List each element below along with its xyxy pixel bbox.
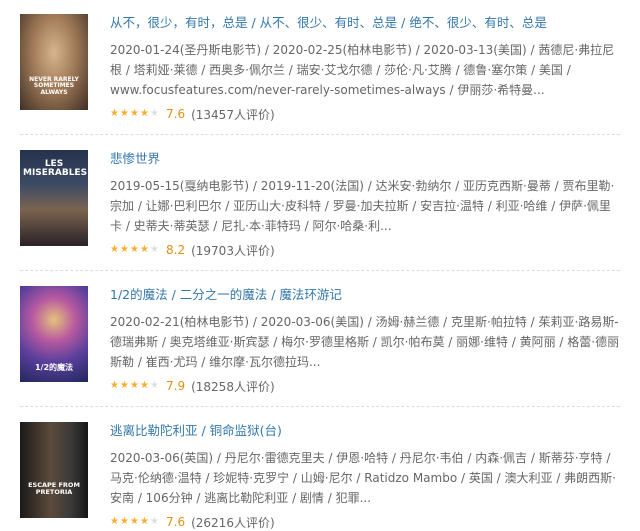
movie-title-link[interactable]: 从不，很少，有时，总是 / 从不、很少、有时、总是 / 绝不、很少、有时、总是 (110, 14, 620, 32)
movie-meta: 2020-02-21(柏林电影节) / 2020-03-06(美国) / 汤姆·… (110, 315, 620, 369)
star-icon: ★ (130, 380, 139, 391)
movie-meta: 2020-03-06(英国) / 丹尼尔·雷德克里夫 / 伊恩·哈特 / 丹尼尔… (110, 451, 617, 505)
star-icon: ★ (130, 108, 139, 119)
movie-poster[interactable]: ESCAPE FROM PRETORIA (20, 422, 88, 518)
star-icon: ★ (150, 516, 159, 527)
movie-poster[interactable]: LES MISERABLES (20, 150, 88, 246)
rating-count: (18258人评价) (191, 379, 275, 394)
rating-score: 8.2 (166, 243, 186, 257)
star-icon: ★ (120, 380, 129, 391)
movie-meta: 2020-01-24(圣丹斯电影节) / 2020-02-25(柏林电影节) /… (110, 43, 615, 97)
divider (20, 406, 620, 407)
rating-row: ★ ★ ★ ★ ★ 7.6 (13457人评价) (110, 106, 620, 122)
star-icon: ★ (130, 516, 139, 527)
divider (20, 134, 620, 135)
rating-count: (26216人评价) (191, 515, 275, 530)
movie-poster[interactable]: NEVER RARELY SOMETIMES ALWAYS (20, 14, 88, 110)
movie-meta: 2019-05-15(戛纳电影节) / 2019-11-20(法国) / 达米安… (110, 179, 615, 233)
star-icon: ★ (120, 244, 129, 255)
rating-score: 7.6 (166, 107, 186, 121)
movie-title-link[interactable]: 1/2的魔法 / 二分之一的魔法 / 魔法环游记 (110, 286, 620, 304)
star-icon: ★ (110, 244, 119, 255)
poster-caption: 1/2的魔法 (34, 362, 74, 372)
rating-count: (13457人评价) (191, 107, 275, 122)
star-icon: ★ (150, 380, 159, 391)
movie-poster[interactable]: 1/2的魔法 (20, 286, 88, 382)
rating-count: (19703人评价) (191, 243, 275, 258)
star-icon: ★ (140, 244, 149, 255)
star-icon: ★ (120, 516, 129, 527)
search-results-list: NEVER RARELY SOMETIMES ALWAYS 从不，很少，有时，总… (0, 0, 640, 530)
star-icon: ★ (140, 380, 149, 391)
poster-caption: ESCAPE FROM PRETORIA (28, 481, 80, 497)
rating-row: ★ ★ ★ ★ ★ 7.6 (26216人评价) (110, 514, 620, 530)
poster-caption: LES MISERABLES (23, 159, 88, 179)
star-icon: ★ (140, 108, 149, 119)
star-icon: ★ (130, 244, 139, 255)
poster-art (20, 422, 88, 518)
rating-row: ★ ★ ★ ★ ★ 7.9 (18258人评价) (110, 378, 620, 394)
star-icon: ★ (110, 380, 119, 391)
divider (20, 270, 620, 271)
star-icon: ★ (140, 516, 149, 527)
rating-row: ★ ★ ★ ★ ★ 8.2 (19703人评价) (110, 242, 620, 258)
movie-title-link[interactable]: 悲惨世界 (110, 150, 620, 168)
star-rating: ★ ★ ★ ★ ★ (110, 517, 160, 527)
rating-score: 7.6 (166, 515, 186, 529)
star-rating: ★ ★ ★ ★ ★ (110, 109, 160, 119)
star-icon: ★ (150, 244, 159, 255)
star-rating: ★ ★ ★ ★ ★ (110, 381, 160, 391)
movie-title-link[interactable]: 逃离比勒陀利亚 / 铜命监狱(台) (110, 422, 620, 440)
star-icon: ★ (150, 108, 159, 119)
star-icon: ★ (120, 108, 129, 119)
star-icon: ★ (110, 516, 119, 527)
rating-score: 7.9 (166, 379, 186, 393)
poster-caption: NEVER RARELY SOMETIMES ALWAYS (29, 76, 79, 96)
star-rating: ★ ★ ★ ★ ★ (110, 245, 160, 255)
star-icon: ★ (110, 108, 119, 119)
